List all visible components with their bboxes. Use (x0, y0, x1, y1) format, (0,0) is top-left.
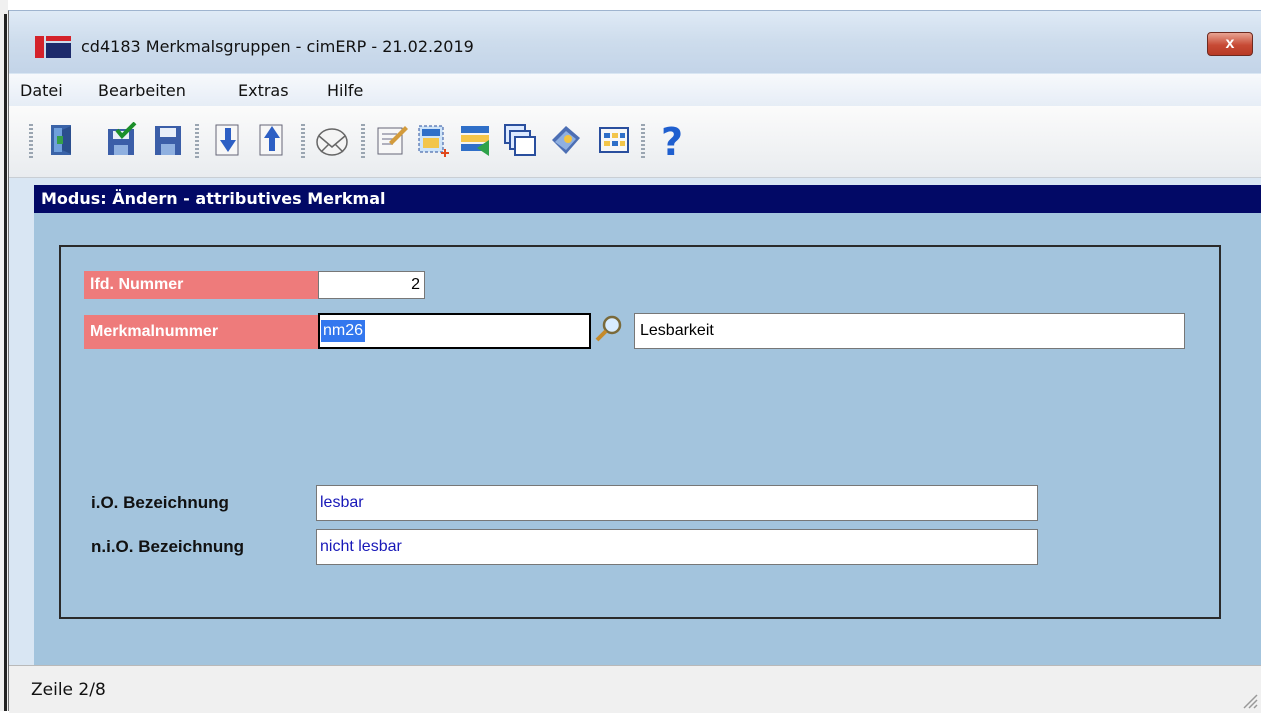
menu-extras[interactable]: Extras (238, 81, 289, 100)
windows-icon[interactable] (503, 122, 537, 158)
menu-datei[interactable]: Datei (20, 81, 63, 100)
desktop-edge (0, 0, 8, 711)
io-bezeichnung-field[interactable]: lesbar (316, 485, 1038, 521)
save-disk-icon[interactable] (151, 122, 185, 158)
title-bar[interactable]: cd4183 Merkmalsgruppen - cimERP - 21.02.… (9, 11, 1261, 73)
list-transfer-icon[interactable] (459, 122, 493, 158)
menu-bar: Datei Bearbeiten Extras Hilfe (9, 74, 1261, 106)
exit-icon[interactable] (45, 122, 79, 158)
nio-bezeichnung-field[interactable]: nicht lesbar (316, 529, 1038, 565)
mail-icon[interactable] (315, 122, 349, 158)
grid-icon[interactable] (597, 122, 631, 158)
menu-hilfe[interactable]: Hilfe (327, 81, 363, 100)
app-logo-icon (35, 36, 71, 58)
io-bezeichnung-label: i.O. Bezeichnung (91, 493, 229, 512)
record-up-icon[interactable] (255, 122, 289, 158)
merkmalnummer-value: nm26 (321, 320, 366, 342)
content-area: lfd. Nummer 2 Merkmalnummer nm26 Lesbark… (34, 213, 1261, 665)
merkmalnummer-field[interactable]: nm26 (318, 313, 591, 349)
window-title: cd4183 Merkmalsgruppen - cimERP - 21.02.… (81, 37, 474, 56)
close-button[interactable]: x (1207, 32, 1253, 56)
lfd-nummer-label: lfd. Nummer (84, 271, 318, 299)
status-text: Zeile 2/8 (31, 680, 106, 700)
lfd-nummer-field[interactable]: 2 (318, 271, 425, 299)
form-panel: lfd. Nummer 2 Merkmalnummer nm26 Lesbark… (59, 245, 1221, 619)
svg-text:?: ? (661, 122, 683, 158)
record-down-icon[interactable] (211, 122, 245, 158)
toolbar-separator (195, 124, 199, 158)
toolbar-grip[interactable] (29, 124, 33, 158)
toolbar-separator (301, 124, 305, 158)
merkmal-description-field[interactable]: Lesbarkeit (634, 313, 1185, 349)
save-icon[interactable] (105, 122, 139, 158)
toolbar-separator (641, 124, 645, 158)
search-icon[interactable] (594, 314, 624, 344)
toolbar-separator (361, 124, 365, 158)
merkmalnummer-label: Merkmalnummer (84, 315, 318, 349)
app-window: cd4183 Merkmalsgruppen - cimERP - 21.02.… (8, 10, 1261, 713)
book-icon[interactable] (549, 122, 583, 158)
menu-bearbeiten[interactable]: Bearbeiten (98, 81, 186, 100)
new-record-icon[interactable] (415, 122, 449, 158)
resize-grip-icon[interactable] (1240, 691, 1258, 709)
toolbar: ? (9, 106, 1261, 178)
status-bar: Zeile 2/8 (9, 665, 1261, 713)
edit-note-icon[interactable] (375, 122, 409, 158)
nio-bezeichnung-label: n.i.O. Bezeichnung (91, 537, 245, 556)
mode-bar: Modus: Ändern - attributives Merkmal (34, 185, 1261, 213)
help-icon[interactable]: ? (655, 122, 689, 158)
